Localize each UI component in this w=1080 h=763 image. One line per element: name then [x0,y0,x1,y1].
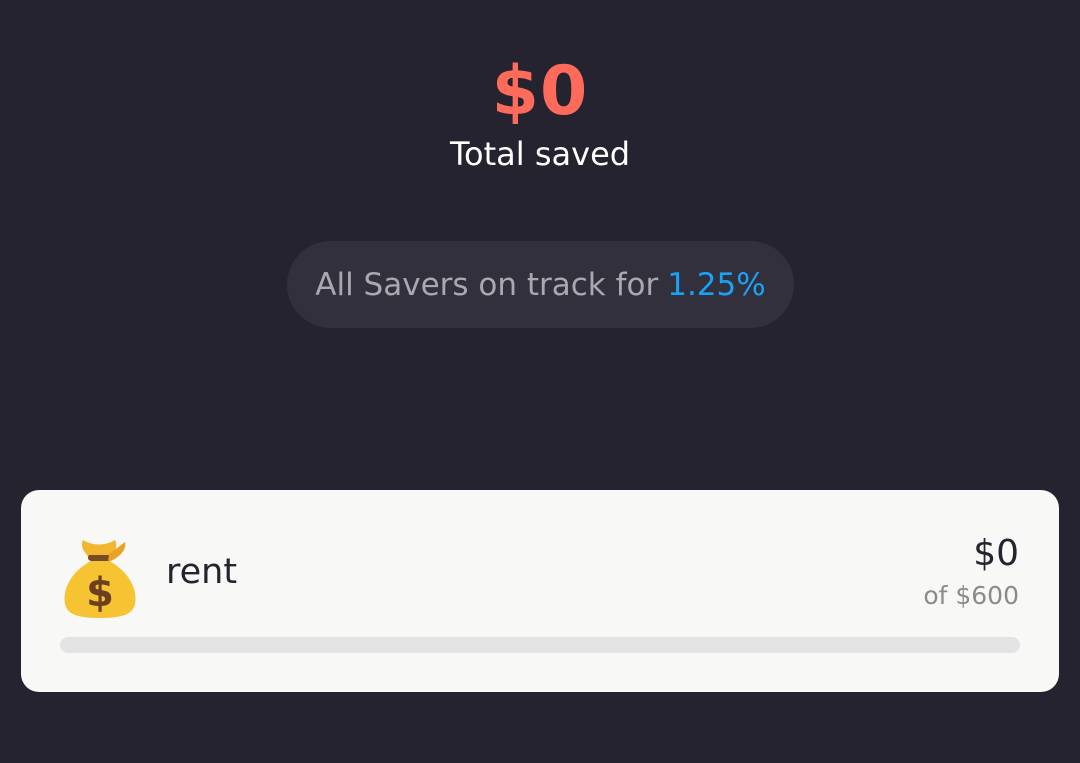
total-saved-label: Total saved [449,135,631,173]
rate-banner-text: All Savers on track for [315,266,659,303]
saver-card-rent[interactable]: $ rent $0 of $600 [21,490,1059,692]
rate-value: 1.25% [667,266,766,303]
rate-banner: All Savers on track for 1.25% [287,241,794,328]
money-bag-icon: $ [64,540,136,618]
saver-name: rent [166,552,238,592]
saver-amount: $0 [973,533,1019,574]
svg-text:$: $ [86,570,114,616]
saver-goal: of $600 [923,581,1019,610]
saver-progress-bar [60,637,1020,653]
total-saved-amount: $0 [491,52,589,131]
